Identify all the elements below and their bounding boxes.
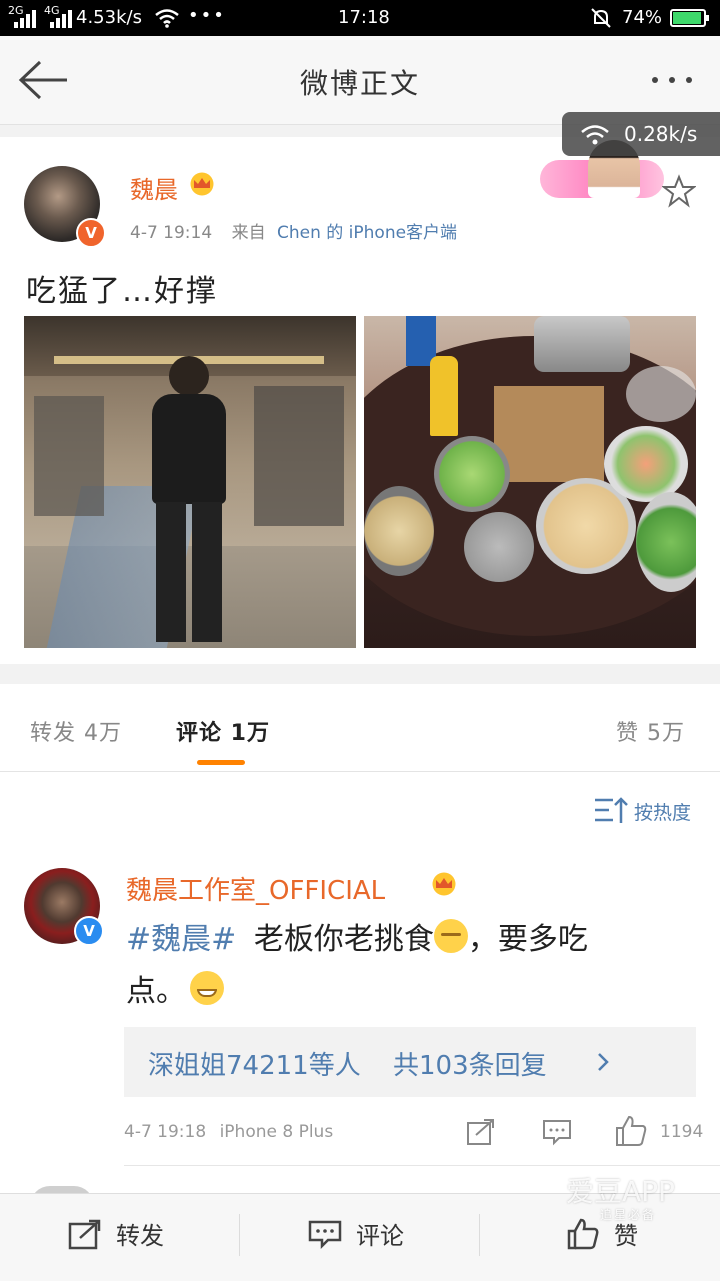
comment-author[interactable]: 魏晨工作室_OFFICIAL: [126, 870, 385, 907]
tab-comments[interactable]: 评论 1万: [176, 715, 270, 747]
from-label: 来自: [231, 223, 266, 243]
divider: [479, 1214, 480, 1256]
clock: 17:18: [338, 7, 390, 28]
mute-bell-icon: [591, 8, 611, 28]
replies-text: 深姐姐74211等人 共103条回复: [148, 1045, 547, 1082]
comment-hashtag[interactable]: #魏晨#: [126, 922, 236, 957]
comment-like-count: 1194: [660, 1122, 704, 1142]
comment-device: iPhone 8 Plus: [219, 1122, 334, 1142]
status-bar: 2G 4G 4.53k/s ••• 17:18 74%: [0, 0, 720, 36]
network-speed-overlay: 0.28k/s: [562, 112, 720, 156]
replies-preview[interactable]: 深姐姐74211等人 共103条回复: [124, 1027, 696, 1097]
comment-time: 4-7 19:18: [124, 1122, 207, 1142]
emoji-icon: [433, 919, 468, 953]
divider: [124, 1165, 720, 1166]
comment-icon[interactable]: [542, 1118, 572, 1146]
vip-crown-icon: [190, 172, 214, 196]
tab-likes[interactable]: 赞 5万: [616, 715, 685, 747]
watermark-brand: 爱豆APP: [566, 1175, 675, 1208]
page-title: 微博正文: [299, 67, 420, 100]
verified-badge-icon: V: [74, 916, 104, 946]
comment-text: #魏晨# 老板你老挑食 ，要多吃 点。: [126, 914, 686, 1018]
repost-icon: [68, 1219, 101, 1249]
comment-icon: [308, 1220, 342, 1249]
wifi-icon: [581, 125, 609, 145]
post-image-gym[interactable]: [24, 316, 356, 648]
divider: [239, 1214, 240, 1256]
network-speed: 4.53k/s: [76, 7, 142, 28]
battery-percent: 74%: [622, 7, 663, 28]
post-text: 吃猛了…好撑: [26, 274, 218, 309]
like-thumb-icon[interactable]: [614, 1114, 648, 1148]
tab-repost[interactable]: 转发 4万: [30, 715, 122, 747]
battery-icon: [670, 9, 709, 27]
more-options-icon[interactable]: [652, 77, 692, 83]
signal-icon-2: [50, 6, 72, 28]
sort-icon[interactable]: [593, 796, 629, 826]
post-meta: 4-7 19:14 来自 Chen 的 iPhone客户端: [130, 218, 457, 243]
wifi-icon: [155, 9, 179, 28]
chevron-right-icon: [598, 1053, 609, 1071]
comment-meta: 4-7 19:18 iPhone 8 Plus: [124, 1122, 333, 1142]
emoji-grin-icon: [190, 971, 224, 1005]
status-more: •••: [188, 5, 226, 26]
repost-label: 转发: [116, 1222, 164, 1250]
repost-button[interactable]: 转发: [68, 1216, 164, 1251]
comment-text-line1: 老板你老挑食: [253, 922, 434, 957]
share-icon[interactable]: [466, 1118, 496, 1146]
tab-active-indicator: [197, 760, 245, 765]
replies-users: 深姐姐74211等人: [148, 1051, 361, 1081]
watermark-sub: 追星必备: [600, 1208, 657, 1222]
replies-count: 共103条回复: [392, 1051, 547, 1081]
comment-label: 评论: [356, 1222, 404, 1250]
verified-badge-icon: V: [76, 218, 106, 248]
like-thumb-icon: [567, 1218, 599, 1249]
vip-crown-icon: [432, 872, 456, 896]
divider: [0, 664, 720, 684]
post-image-food[interactable]: [364, 316, 696, 648]
comment-text-line2: 点。: [126, 974, 186, 1009]
overlay-speed-text: 0.28k/s: [624, 122, 698, 146]
sort-label[interactable]: 按热度: [634, 798, 691, 825]
post-source-link[interactable]: Chen 的 iPhone客户端: [277, 223, 457, 243]
star-favorite-icon[interactable]: [662, 174, 696, 208]
comment-text-line1b: ，要多吃: [467, 922, 588, 957]
post-time: 4-7 19:14: [130, 223, 213, 243]
signal-icon-1: [14, 6, 36, 28]
author-name[interactable]: 魏晨: [130, 170, 178, 205]
comment-button[interactable]: 评论: [308, 1216, 404, 1251]
divider: [0, 771, 720, 772]
